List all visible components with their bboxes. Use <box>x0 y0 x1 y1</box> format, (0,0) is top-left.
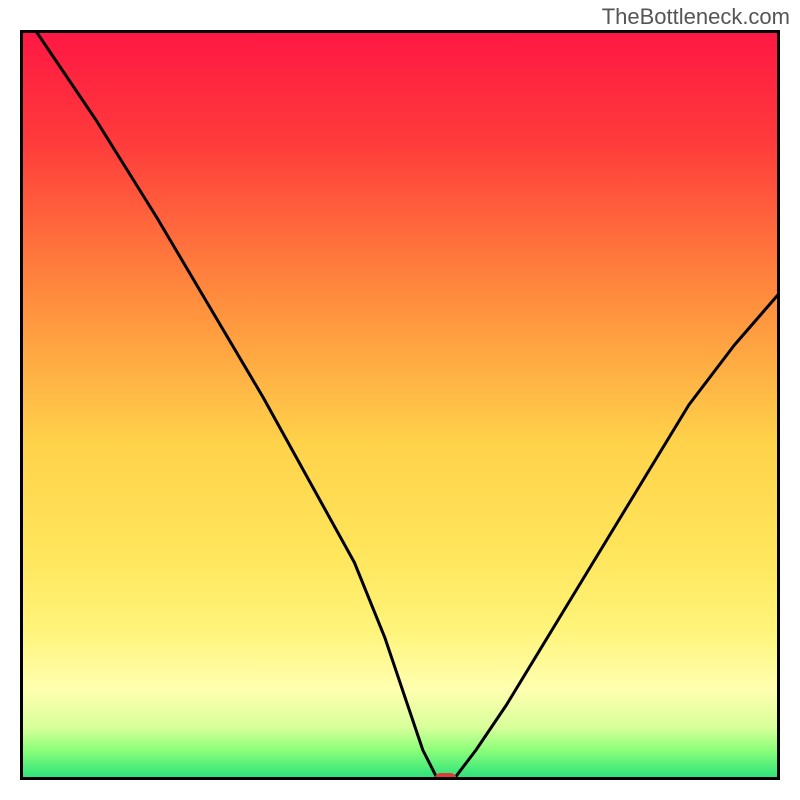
gradient-background <box>20 30 780 780</box>
chart-svg <box>20 30 780 780</box>
bottleneck-plot <box>20 30 780 780</box>
watermark-text: TheBottleneck.com <box>602 4 790 30</box>
chart-container: TheBottleneck.com <box>0 0 800 800</box>
